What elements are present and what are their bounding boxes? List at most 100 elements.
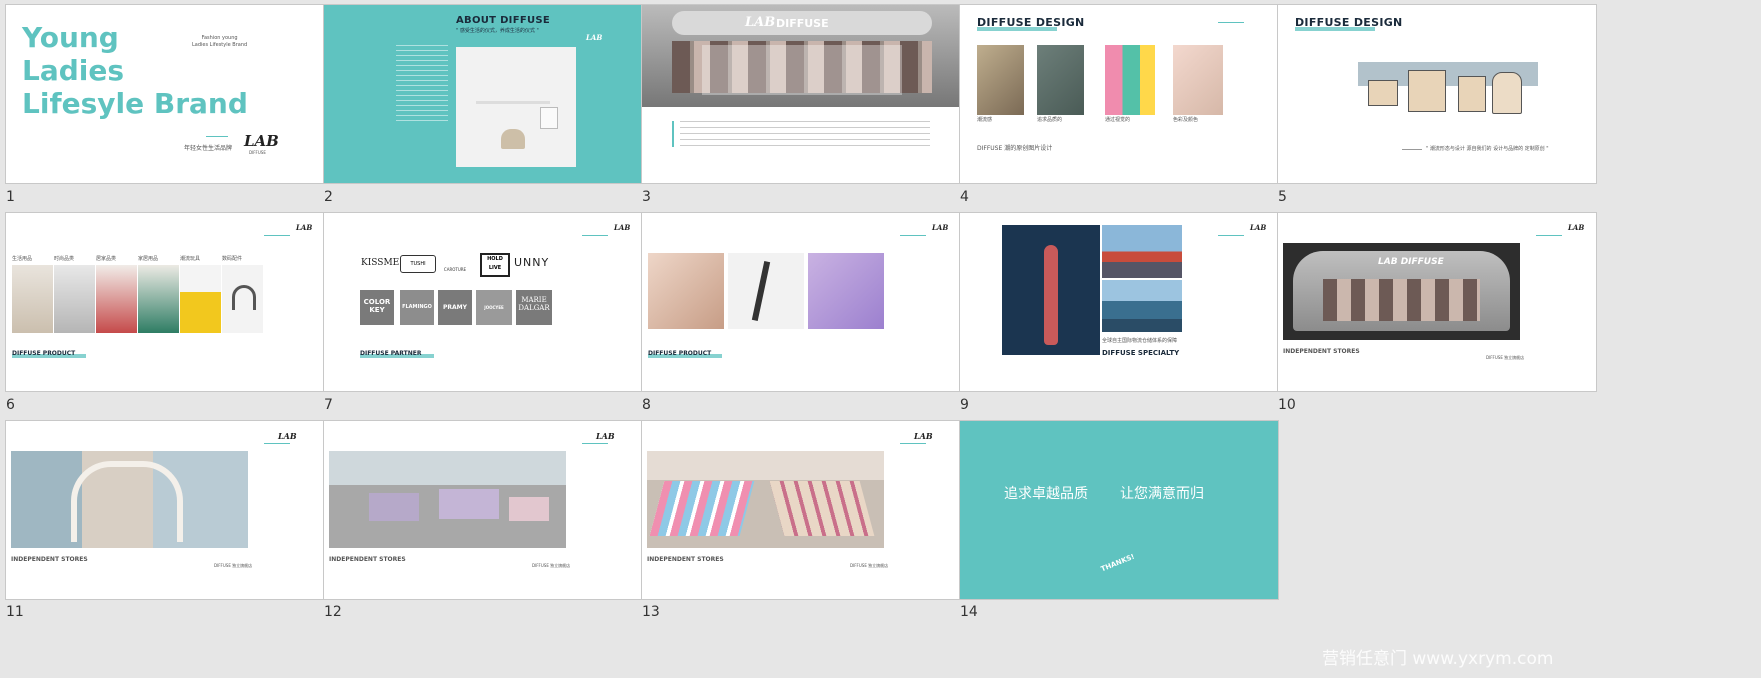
footer-note: DIFFUSE 独立旗舰店: [850, 563, 889, 568]
product-photo-2: [728, 253, 804, 329]
lab-logo: LAB: [244, 132, 279, 150]
slide-heading: ABOUT DIFFUSE: [456, 15, 551, 26]
slide-thumbnail-10[interactable]: LAB LAB DIFFUSE INDEPENDENT STORES DIFFU…: [1277, 212, 1597, 392]
footer-title: INDEPENDENT STORES: [11, 556, 88, 563]
slide-number-12: 12: [324, 604, 342, 620]
lab-logo: LAB: [745, 15, 776, 30]
slide-number-7: 7: [324, 397, 333, 413]
brand-logo-pramy: PRAMY: [438, 290, 472, 325]
brand-logo-joocyee: JOOCYEE: [476, 290, 512, 325]
product-photo-3: [808, 253, 884, 329]
slide-number-3: 3: [642, 189, 651, 205]
slide-thumbnail-2[interactable]: ABOUT DIFFUSE " 感受生活的仪式，养成生活的仪式 " LAB: [323, 4, 643, 184]
caption: 全球自主国际物流仓储体系的保障: [1102, 338, 1178, 344]
slide-thumbnail-13[interactable]: LAB INDEPENDENT STORES DIFFUSE 独立旗舰店: [641, 420, 961, 600]
slide-thumbnail-5[interactable]: DIFFUSE DESIGN " 潮流形态与设计 源自我们的 设计与品牌的 定制…: [1277, 4, 1597, 184]
product-photo-6: [222, 265, 263, 333]
slide-thumbnail-12[interactable]: LAB INDEPENDENT STORES DIFFUSE 独立旗舰店: [323, 420, 643, 600]
heading-underline: [977, 27, 1057, 31]
slide-subheading: " 感受生活的仪式，养成生活的仪式 ": [456, 28, 539, 34]
brand-logo-holdlive: HOLD LIVE: [480, 253, 510, 277]
lab-logo: LAB: [1250, 223, 1267, 232]
quote-text: " 潮流形态与设计 源自我们的 设计与品牌的 定制原创 ": [1426, 146, 1549, 152]
category-label-4: 家居用品: [138, 256, 159, 262]
footer-title: DIFFUSE PARTNER: [360, 350, 422, 357]
slide-thumbnail-4[interactable]: DIFFUSE DESIGN 潮流感 追求品质的 通过视觉的 色彩及颜色 DIF…: [959, 4, 1279, 184]
accent-line: [206, 136, 228, 137]
closing-line-2: 让您满意而归: [1120, 486, 1204, 502]
slide-number-6: 6: [6, 397, 15, 413]
diffuse-wordmark: DIFFUSE: [776, 17, 829, 30]
subtitle: 年轻女性生活品牌: [184, 145, 233, 152]
slide-thumbnail-14[interactable]: 追求卓越品质 让您满意而归 THANKS!: [959, 420, 1279, 600]
lab-logo: LAB: [1568, 223, 1585, 232]
brand-logo-unny: UNNY: [514, 256, 550, 269]
caption-4: 色彩及颜色: [1173, 117, 1199, 123]
product-photo-4: [138, 265, 179, 333]
footer-title: DIFFUSE SPECIALTY: [1102, 349, 1180, 357]
footer-title: INDEPENDENT STORES: [329, 556, 406, 563]
lab-logo: LAB: [932, 223, 949, 232]
intro-text: [396, 45, 448, 125]
slide-thumbnail-3[interactable]: LAB DIFFUSE: [641, 4, 961, 184]
accent-line: [1218, 235, 1244, 236]
slide-number-1: 1: [6, 189, 15, 205]
slide-thumbnail-11[interactable]: LAB INDEPENDENT STORES DIFFUSE 独立旗舰店: [5, 420, 325, 600]
lab-logo: LAB: [278, 431, 297, 441]
store-interior-photo: [329, 451, 566, 548]
title-line-2: Ladies: [22, 54, 125, 87]
brand-logo-caroture: CAROTURE: [443, 267, 467, 272]
slide-number-2: 2: [324, 189, 333, 205]
category-label-2: 时尚品类: [54, 256, 75, 262]
brand-logo-colorkey: COLOR KEY: [360, 290, 394, 325]
accent-line: [264, 443, 290, 444]
sketch-illustration: [1358, 50, 1548, 130]
brand-logo-kissme: KISSME: [361, 258, 400, 268]
brand-logo-tushi: TUSHI: [400, 255, 436, 273]
accent-line: [582, 235, 608, 236]
accent-bar: [672, 121, 674, 147]
brand-logo-flamingo: FLAMINGO: [400, 290, 434, 325]
watermark: 营销任意门 www.yxrym.com: [1322, 649, 1554, 669]
heading-underline: [1295, 27, 1375, 31]
thanks-text: THANKS!: [1099, 552, 1136, 574]
store-brand-sign: LAB DIFFUSE: [1378, 257, 1444, 267]
accent-line: [900, 443, 926, 444]
slide-number-5: 5: [1278, 189, 1287, 205]
description-text: [680, 121, 930, 149]
footer-text: DIFFUSE 潮的原创图片设计: [977, 145, 1053, 152]
slide-thumbnail-8[interactable]: LAB DIFFUSE PRODUCT: [641, 212, 961, 392]
design-photo-1: [977, 45, 1024, 115]
slide-thumbnail-1[interactable]: Young Ladies Lifesyle Brand Fashion youn…: [5, 4, 325, 184]
design-photo-2: [1037, 45, 1084, 115]
slide-number-13: 13: [642, 604, 660, 620]
closing-line-1: 追求卓越品质: [1004, 486, 1088, 502]
footer-title: INDEPENDENT STORES: [647, 556, 724, 563]
desk-photo: [456, 47, 576, 167]
footer-note: DIFFUSE 独立旗舰店: [532, 563, 571, 568]
category-label-5: 潮流玩具: [180, 256, 201, 262]
lab-logo-sub: DIFFUSE: [249, 150, 266, 155]
accent-line: [264, 235, 290, 236]
store-cosmetics-photo: [647, 451, 884, 548]
slide-number-4: 4: [960, 189, 969, 205]
slide-thumbnail-7[interactable]: LAB KISSME TUSHI CAROTURE HOLD LIVE UNNY…: [323, 212, 643, 392]
lab-logo: LAB: [614, 223, 631, 232]
footer-note: DIFFUSE 独立旗舰店: [214, 563, 253, 568]
footer-title: INDEPENDENT STORES: [1283, 348, 1360, 355]
slide-number-14: 14: [960, 604, 978, 620]
slide-thumbnail-6[interactable]: LAB 生活用品 时尚品类 居家品类 家居用品 潮流玩具 数码配件 DIFFUS…: [5, 212, 325, 392]
caption-1: 潮流感: [977, 117, 993, 123]
slide-number-11: 11: [6, 604, 24, 620]
accent-line: [900, 235, 926, 236]
footer-title: DIFFUSE PRODUCT: [648, 350, 712, 357]
brand-logo-mariedalgar: MARIE DALGAR: [516, 290, 552, 325]
lab-logo: LAB: [914, 431, 933, 441]
product-photo-1: [648, 253, 724, 329]
product-photo-5: [180, 265, 221, 333]
design-photo-4: [1173, 45, 1223, 115]
tagline: Fashion young Ladies Lifestyle Brand: [192, 35, 248, 48]
ship-aerial-photo: [1002, 225, 1100, 355]
slide-thumbnail-9[interactable]: LAB 全球自主国际物流仓储体系的保障 DIFFUSE SPECIALTY: [959, 212, 1279, 392]
cargo-port-photo-2: [1102, 280, 1182, 332]
